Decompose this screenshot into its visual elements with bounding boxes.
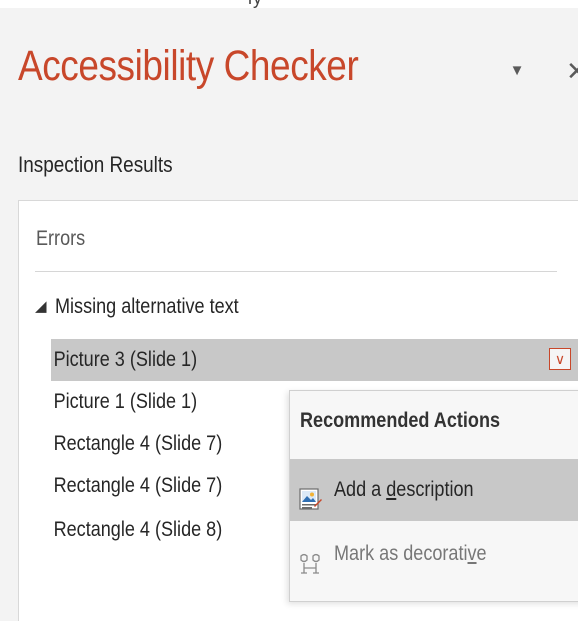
add-description-label: Add a description: [334, 478, 474, 501]
recommended-actions-menu: Recommended Actions Add a description Ma…: [289, 390, 578, 602]
picture-description-icon: [298, 477, 322, 510]
group-label: Missing alternative text: [54, 295, 239, 318]
mark-as-decorative-menu-item[interactable]: Mark as decorative: [290, 523, 578, 585]
list-item-label: Picture 3 (Slide 1): [53, 348, 198, 371]
item-dropdown-icon[interactable]: ∨: [549, 348, 571, 370]
mark-as-decorative-label: Mark as decorative: [334, 542, 487, 565]
list-item-label: Rectangle 4 (Slide 7): [53, 474, 223, 497]
list-item-label: Picture 1 (Slide 1): [53, 390, 198, 413]
inspection-results-label: Inspection Results: [18, 152, 173, 177]
mark-decorative-icon: [298, 541, 322, 574]
recommended-actions-header: Recommended Actions: [300, 409, 501, 432]
dropdown-arrow-icon[interactable]: ▼: [506, 60, 528, 82]
errors-heading: Errors: [36, 227, 86, 250]
errors-divider: [35, 271, 557, 272]
list-item-label: Rectangle 4 (Slide 7): [53, 432, 223, 455]
add-description-menu-item[interactable]: Add a description: [290, 459, 578, 521]
close-icon[interactable]: ✕: [566, 56, 578, 86]
list-item-label: Rectangle 4 (Slide 8): [53, 518, 223, 541]
list-item-picture-3[interactable]: Picture 3 (Slide 1) ∨: [51, 339, 578, 381]
top-strip: ly: [0, 0, 578, 8]
expand-triangle-icon[interactable]: ◢: [35, 297, 47, 315]
group-missing-alt-text[interactable]: ◢ Missing alternative text: [35, 295, 268, 325]
pane-title: Accessibility Checker: [18, 42, 359, 90]
